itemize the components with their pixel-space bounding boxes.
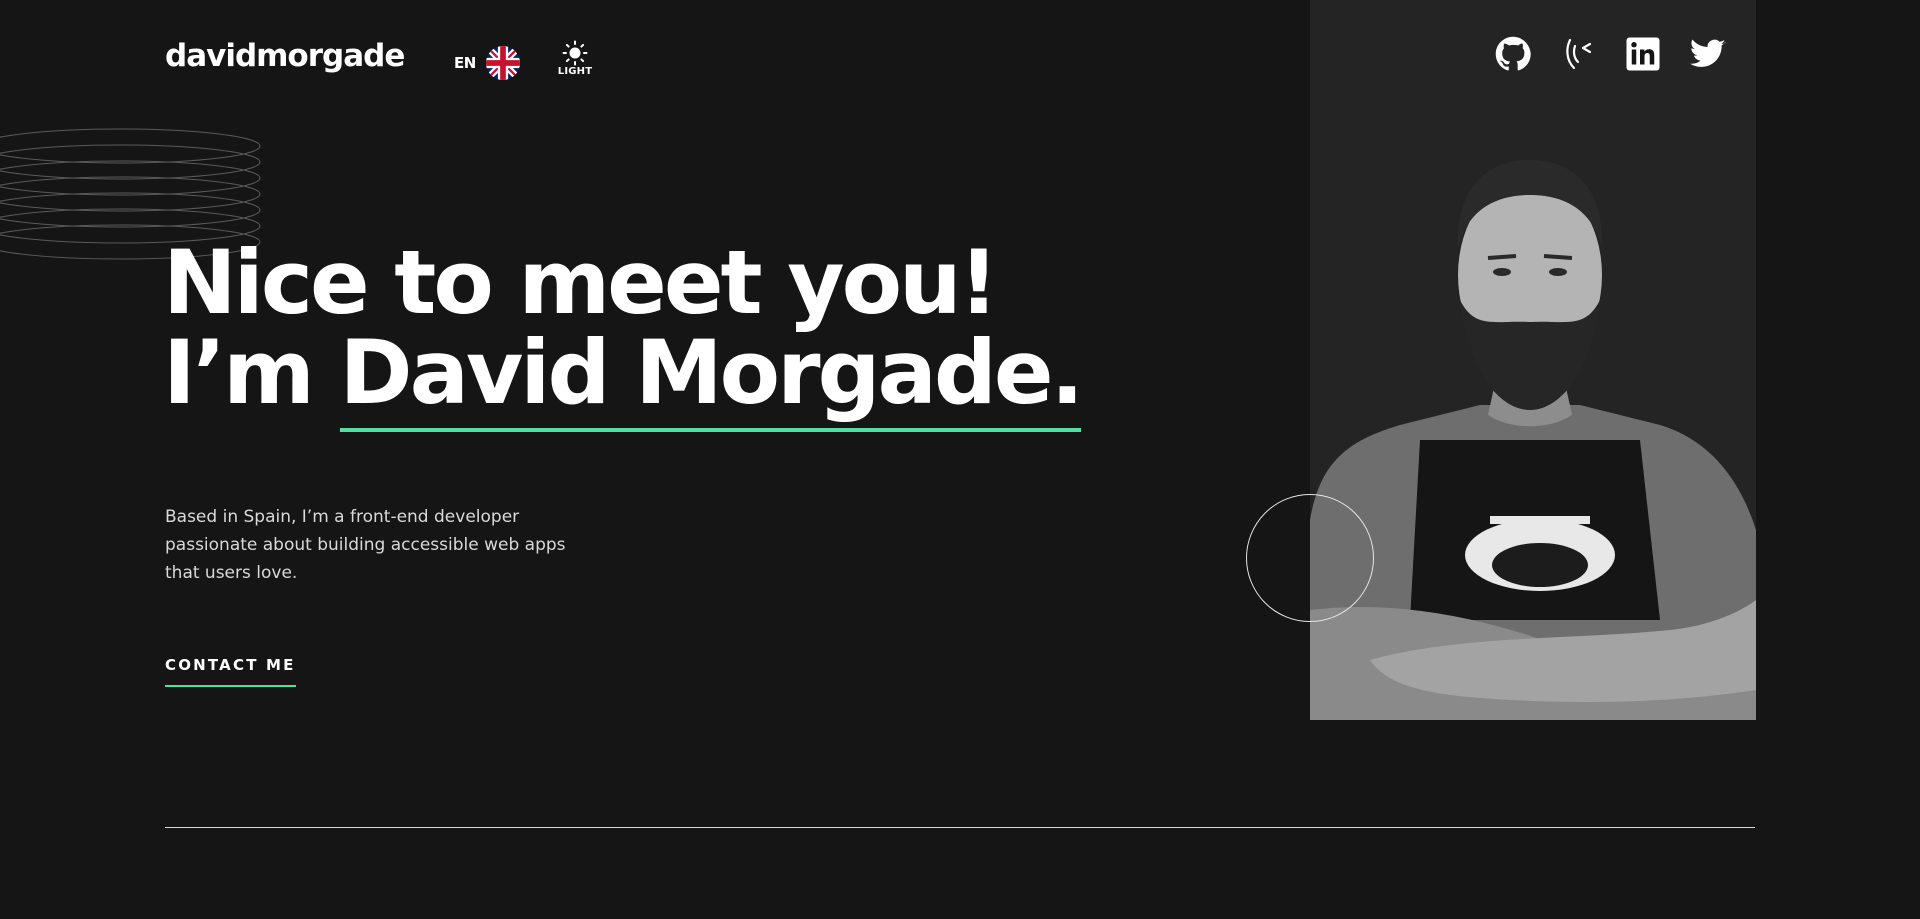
portfolio-page: davidmorgade EN LIGHT Nice to meet you! …: [0, 0, 1920, 919]
headline-line-2-prefix: I’m: [163, 321, 340, 424]
theme-toggle[interactable]: LIGHT: [557, 40, 593, 77]
site-logo[interactable]: davidmorgade: [165, 36, 405, 76]
linkedin-icon[interactable]: [1625, 36, 1661, 72]
custom-logo-icon[interactable]: [1560, 36, 1596, 72]
sun-icon: [562, 40, 588, 66]
uk-flag-icon: [485, 46, 520, 80]
language-selector[interactable]: EN: [454, 46, 520, 80]
theme-label: LIGHT: [557, 66, 593, 77]
headline-name: David Morgade.: [339, 321, 1084, 432]
contact-me-link[interactable]: CONTACT ME: [165, 655, 296, 687]
language-code: EN: [454, 54, 476, 72]
social-links: [1495, 36, 1726, 72]
intro-text: Based in Spain, I’m a front-end develope…: [165, 507, 566, 583]
github-icon[interactable]: [1495, 36, 1531, 72]
headline-line-1: Nice to meet you!: [163, 231, 999, 334]
decorative-circle: [1246, 494, 1374, 622]
hero-headline: Nice to meet you! I’m David Morgade.: [163, 238, 1084, 432]
twitter-icon[interactable]: [1690, 36, 1726, 72]
profile-photo: [1310, 0, 1756, 720]
section-divider: [165, 827, 1755, 828]
profile-photo-illustration: [1310, 160, 1756, 720]
